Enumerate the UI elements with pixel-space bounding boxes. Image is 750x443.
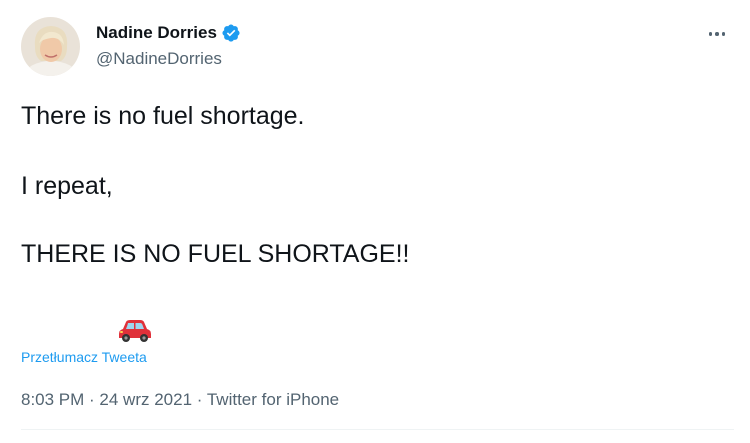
tweet-text-line-3: THERE IS NO FUEL SHORTAGE!! [21,240,410,268]
car-emoji-icon [116,316,152,344]
author-display-name[interactable]: Nadine Dorries [96,22,217,44]
verified-badge-icon [221,23,241,43]
tweet-text-line-2: I repeat, [21,172,113,200]
author-handle[interactable]: @NadineDorries [96,48,222,70]
tweet-metadata: 8:03 PM · 24 wrz 2021 · Twitter for iPho… [21,388,339,412]
tweet-source[interactable]: Twitter for iPhone [207,390,339,409]
more-dot [721,32,726,36]
meta-separator: · [84,390,100,409]
meta-separator: · [192,390,207,409]
author-name-row[interactable]: Nadine Dorries [96,22,241,44]
translate-tweet-link[interactable]: Przetłumacz Tweeta [21,348,147,366]
tweet-date[interactable]: 24 wrz 2021 [99,390,192,409]
more-dot [715,32,719,36]
tweet-card: Nadine Dorries @NadineDorries There is n… [0,0,750,443]
avatar[interactable] [21,17,80,76]
tweet-time[interactable]: 8:03 PM [21,390,84,409]
more-dot [708,32,713,36]
tweet-text-line-1: There is no fuel shortage. [21,102,305,130]
divider [21,429,734,430]
more-options-button[interactable] [700,22,734,46]
